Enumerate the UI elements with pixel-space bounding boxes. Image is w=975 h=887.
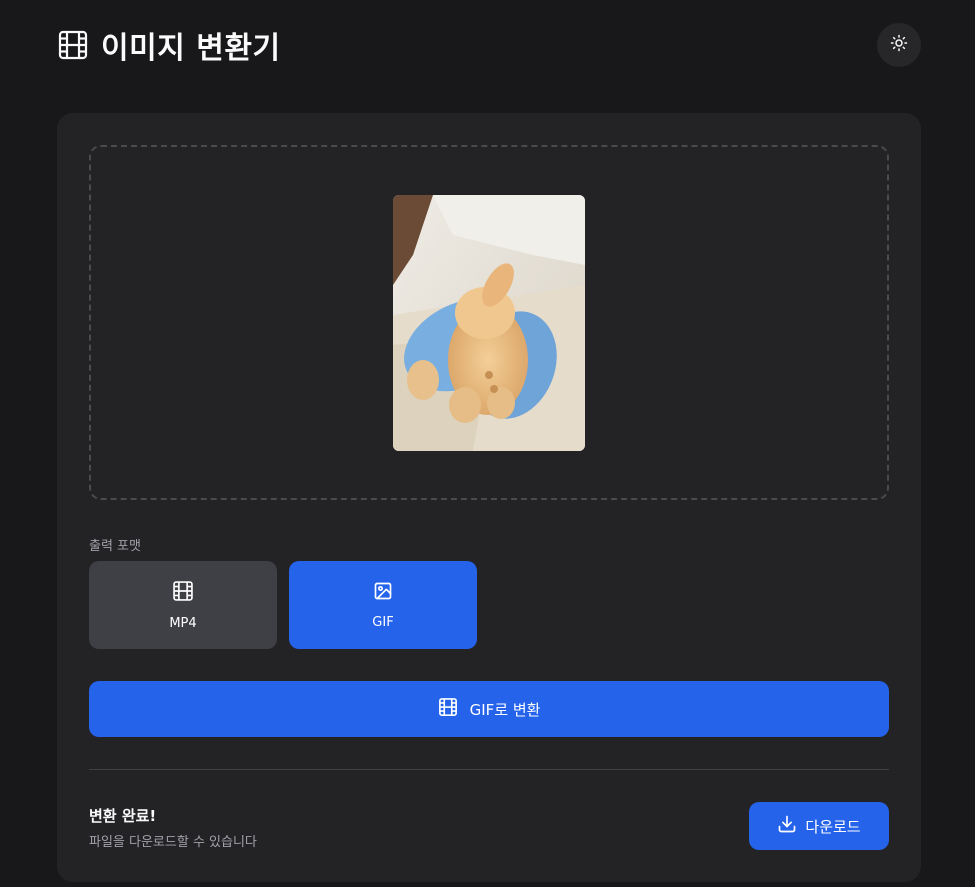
format-option-gif[interactable]: GIF [289,561,477,649]
film-icon [57,29,89,61]
divider [89,769,889,770]
format-option-label: MP4 [169,615,197,631]
format-option-label: GIF [372,614,394,630]
image-icon [373,581,393,605]
convert-button[interactable]: GIF로 변환 [89,681,889,737]
converter-card: 출력 포맷 MP4 GIF GIF로 변환 변환 완료! 파일을 다운로드할 수… [57,113,921,882]
download-button-label: 다운로드 [805,817,861,836]
title-group: 이미지 변환기 [57,23,281,67]
download-button[interactable]: 다운로드 [749,802,889,850]
conversion-status-title: 변환 완료! [89,807,157,825]
theme-toggle-button[interactable] [877,23,921,67]
film-icon [172,580,194,606]
image-preview [393,195,585,451]
app-header: 이미지 변환기 [57,23,921,67]
format-option-mp4[interactable]: MP4 [89,561,277,649]
convert-button-label: GIF로 변환 [469,700,541,719]
download-icon [777,814,797,838]
output-format-label: 출력 포맷 [89,539,141,554]
page-title: 이미지 변환기 [101,31,281,66]
film-icon [438,697,458,721]
sun-icon [890,34,908,56]
conversion-status-subtitle: 파일을 다운로드할 수 있습니다 [89,835,257,850]
image-dropzone[interactable] [89,145,889,500]
